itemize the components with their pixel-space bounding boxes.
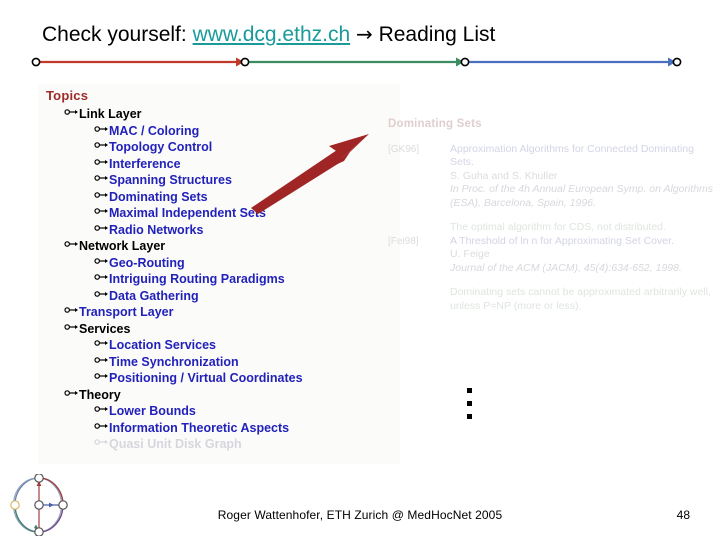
ellipsis-dot: [467, 401, 472, 406]
citation-title: Approximation Algorithms for Connected D…: [450, 142, 694, 169]
title-suffix: Reading List: [372, 23, 496, 46]
topic-item-label: Theory: [79, 387, 121, 402]
topic-item[interactable]: Link Layer: [64, 106, 394, 123]
topic-item[interactable]: Quasi Unit Disk Graph: [94, 436, 394, 453]
arrow-right-icon: →: [355, 22, 373, 46]
reading-list-heading: Dominating Sets: [388, 118, 482, 130]
topic-item[interactable]: Information Theoretic Aspects: [94, 420, 394, 437]
bullet-arrow-icon: [94, 371, 109, 381]
topic-item-label: Information Theoretic Aspects: [109, 420, 290, 435]
bullet-arrow-icon: [94, 223, 109, 233]
slide-number: 48: [676, 508, 690, 522]
topic-item-label: Geo-Routing: [109, 255, 185, 270]
topic-item-label: Link Layer: [79, 107, 142, 121]
topic-item-label: Interference: [109, 156, 181, 171]
citation-venue: Journal of the ACM (JACM), 45(4):634-652…: [450, 261, 682, 274]
page-title: Check yourself: www.dcg.ethz.ch → Readin…: [42, 22, 495, 47]
topic-item[interactable]: Location Services: [94, 337, 394, 354]
citation-entry: [Fei98] A Threshold of ln n for Approxima…: [388, 235, 718, 314]
topic-item[interactable]: Geo-Routing: [94, 255, 394, 272]
citation-body: Approximation Algorithms for Connected D…: [450, 143, 718, 211]
topic-item-label: Transport Layer: [79, 305, 174, 319]
bullet-arrow-icon: [64, 305, 79, 315]
topics-tree: Topics Link Layer MAC / Coloring Topology …: [44, 88, 394, 453]
bullet-arrow-icon: [94, 206, 109, 216]
topic-item[interactable]: Intriguing Routing Paradigms: [94, 271, 394, 288]
reading-list-panel: Dominating Sets [GK96] Approximation Algo…: [388, 118, 718, 313]
citation-authors: S. Guha and S. Khuller: [450, 169, 558, 182]
topic-item-label: Topology Control: [109, 140, 213, 154]
bullet-arrow-icon: [94, 190, 109, 200]
topic-item-label: Quasi Unit Disk Graph: [109, 437, 242, 451]
bullet-arrow-icon: [64, 388, 79, 398]
title-prefix: Check yourself:: [42, 23, 193, 46]
topic-item[interactable]: Transport Layer: [64, 304, 394, 321]
bullet-arrow-icon: [64, 322, 79, 332]
bullet-arrow-icon: [94, 355, 109, 365]
topic-item-label: Time Synchronization: [109, 354, 239, 369]
topic-item[interactable]: Time Synchronization: [94, 354, 394, 371]
topic-item[interactable]: Topology Control: [94, 139, 394, 156]
citation-row: [GK96] Approximation Algorithms for Conne…: [388, 143, 718, 211]
topics-heading: Topics: [46, 88, 89, 103]
citation-row: [Fei98] A Threshold of ln n for Approxima…: [388, 235, 718, 276]
citation-note: Dominating sets cannot be approximated a…: [450, 286, 711, 312]
dcg-logo: [8, 473, 70, 537]
topic-item-label: Spanning Structures: [109, 173, 232, 187]
bullet-arrow-icon: [64, 107, 79, 117]
bullet-arrow-icon: [94, 437, 109, 447]
bullet-arrow-icon: [94, 421, 109, 431]
topic-item[interactable]: Positioning / Virtual Coordinates: [94, 370, 394, 387]
citation-body: A Threshold of ln n for Approximating Se…: [450, 235, 718, 276]
citation-entry: [GK96] Approximation Algorithms for Conne…: [388, 143, 718, 235]
topic-item[interactable]: Dominating Sets: [94, 189, 394, 206]
topic-item[interactable]: Services: [64, 321, 394, 338]
citation-key: [Fei98]: [388, 235, 419, 247]
topic-item-label: Network Layer: [79, 239, 166, 253]
topic-item-label: Location Services: [109, 338, 216, 352]
ellipsis-dot: [467, 414, 472, 419]
bullet-arrow-icon: [94, 173, 109, 183]
citation-note: The optimal algorithm for CDS, not distr…: [450, 221, 666, 233]
bullet-arrow-icon: [94, 404, 109, 414]
topic-item[interactable]: Data Gathering: [94, 288, 394, 305]
topic-item-label: Services: [79, 321, 131, 336]
topic-item[interactable]: Radio Networks: [94, 222, 394, 239]
topic-item[interactable]: MAC / Coloring: [94, 123, 394, 140]
topic-item-label: Data Gathering: [109, 288, 199, 303]
topic-item[interactable]: Network Layer: [64, 238, 394, 255]
topic-item-label: Dominating Sets: [109, 189, 208, 204]
ellipsis-dot: [467, 388, 472, 393]
topic-item[interactable]: Maximal Independent Sets: [94, 205, 394, 222]
topic-item-label: Maximal Independent Sets: [109, 206, 266, 220]
timeline-divider: [28, 55, 684, 69]
topic-item-label: Radio Networks: [109, 222, 204, 237]
topic-item-label: Positioning / Virtual Coordinates: [109, 371, 303, 385]
citation-authors: U. Feige: [450, 248, 490, 260]
continuation-ellipsis: [467, 388, 472, 427]
dcg-website-link[interactable]: www.dcg.ethz.ch: [193, 23, 351, 46]
topic-item[interactable]: Lower Bounds: [94, 403, 394, 420]
topic-item-label: Lower Bounds: [109, 404, 196, 418]
bullet-arrow-icon: [94, 256, 109, 266]
bullet-arrow-icon: [94, 289, 109, 299]
topic-item[interactable]: Interference: [94, 156, 394, 173]
topic-item-label: Intriguing Routing Paradigms: [109, 272, 285, 286]
bullet-arrow-icon: [94, 338, 109, 348]
topic-item[interactable]: Spanning Structures: [94, 172, 394, 189]
citation-venue: In Proc. of the 4h Annual European Symp.…: [450, 183, 714, 209]
bullet-arrow-icon: [94, 157, 109, 167]
topic-item[interactable]: Theory: [64, 387, 394, 404]
topic-item-label: MAC / Coloring: [109, 123, 200, 138]
citation-title: A Threshold of ln n for Approximating Se…: [450, 234, 674, 247]
bullet-arrow-icon: [94, 124, 109, 134]
citation-key: [GK96]: [388, 143, 420, 155]
bullet-arrow-icon: [94, 140, 109, 150]
footer-attribution: Roger Wattenhofer, ETH Zurich @ MedHocNe…: [217, 508, 503, 522]
bullet-arrow-icon: [94, 272, 109, 282]
bullet-arrow-icon: [64, 239, 79, 249]
